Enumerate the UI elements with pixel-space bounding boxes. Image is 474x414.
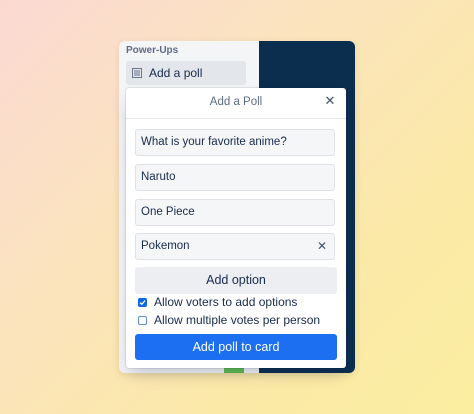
clear-option-icon[interactable]: ✕ [317, 234, 327, 259]
dialog-header: Add a Poll ✕ [126, 88, 346, 119]
allow-add-options-row[interactable]: Allow voters to add options [138, 295, 297, 309]
list-icon [132, 68, 142, 78]
poll-option-input-2[interactable]: One Piece [135, 199, 335, 226]
poll-option-input-1[interactable]: Naruto [135, 164, 335, 191]
close-icon[interactable]: ✕ [323, 94, 337, 108]
poll-option-text-1: Naruto [141, 171, 176, 183]
poll-question-text: What is your favorite anime? [141, 136, 287, 148]
add-option-button[interactable]: Add option [135, 267, 337, 294]
poll-option-text-2: One Piece [141, 206, 195, 218]
poll-option-text-3: Pokemon [141, 240, 190, 252]
add-poll-powerup-label: Add a poll [149, 66, 203, 80]
add-poll-to-card-button[interactable]: Add poll to card [135, 334, 337, 360]
dialog-title: Add a Poll [209, 96, 263, 108]
add-poll-dialog: Add a Poll ✕ What is your favorite anime… [126, 88, 346, 368]
add-poll-powerup-button[interactable]: Add a poll [126, 61, 246, 85]
allow-add-options-label: Allow voters to add options [154, 295, 298, 309]
poll-question-input[interactable]: What is your favorite anime? [135, 129, 335, 156]
checkmark-icon [139, 299, 146, 305]
poll-option-input-3[interactable]: Pokemon ✕ [135, 233, 335, 260]
allow-add-options-checkbox[interactable] [138, 297, 147, 307]
powerups-section-label: Power-Ups [126, 45, 179, 56]
allow-multiple-votes-label: Allow multiple votes per person [154, 313, 321, 327]
allow-multiple-votes-row[interactable]: Allow multiple votes per person [138, 313, 320, 327]
allow-multiple-votes-checkbox[interactable] [138, 315, 147, 325]
